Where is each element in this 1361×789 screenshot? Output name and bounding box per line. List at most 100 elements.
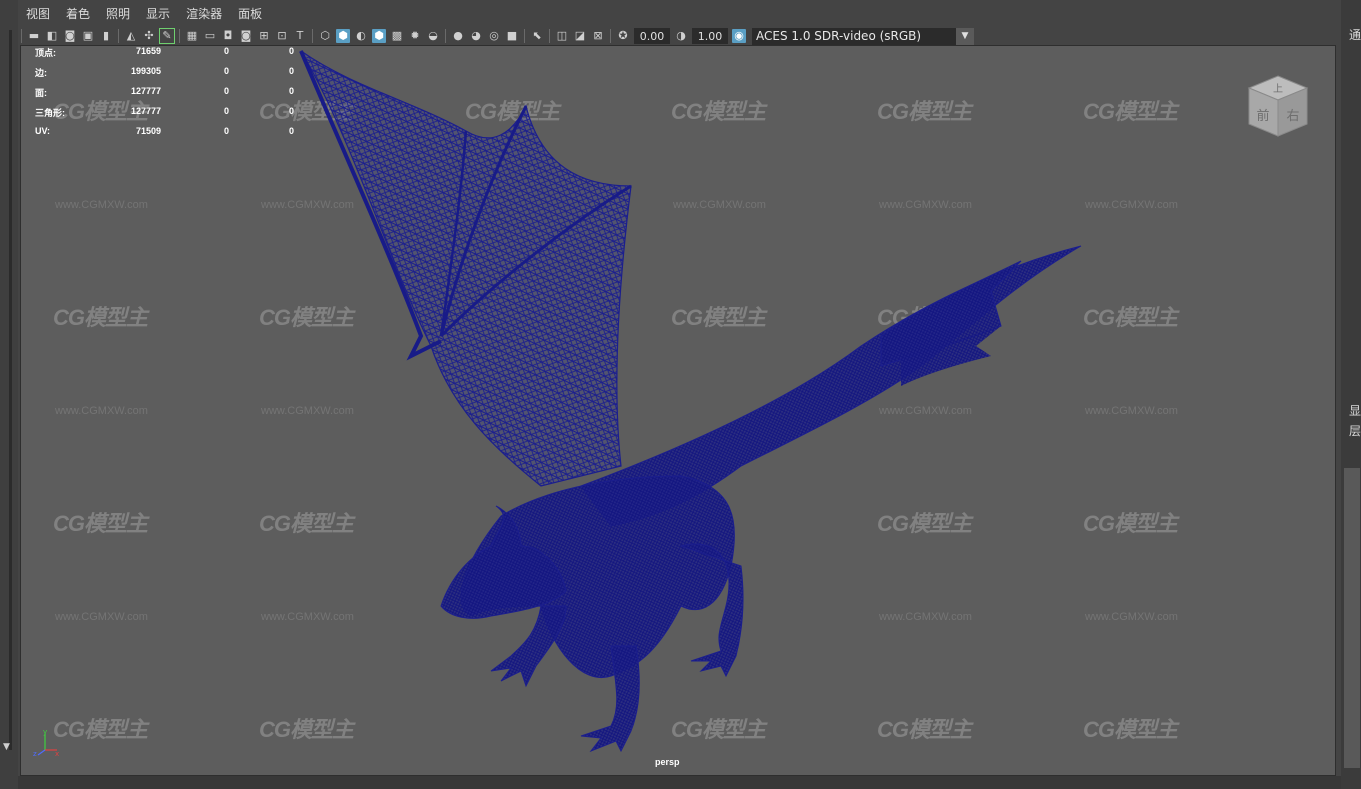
hud-value: 0 (223, 126, 229, 136)
hud-value: 0 (223, 46, 229, 56)
default-material-icon[interactable]: ◐ (354, 29, 368, 43)
axis-x-label: x (55, 750, 59, 758)
pencil-icon[interactable]: ✎ (159, 28, 175, 44)
gamma-field[interactable]: 1.00 (692, 28, 728, 44)
viewport-toolbar: ▬ ◧ ◙ ▣ ▮ ◭ ✣ ✎ ▦ ▭ ◘ ◙ ⊞ ⊡ T ⬡ ⬢ ◐ ⬢ ▩ … (18, 26, 1341, 46)
time-slider-ruler[interactable] (18, 776, 1341, 789)
grid-icon[interactable]: ▦ (185, 29, 199, 43)
hud-label: 面: (35, 88, 47, 98)
menu-shading[interactable]: 着色 (58, 5, 98, 22)
anti-aliasing-icon[interactable]: ◎ (487, 29, 501, 43)
select-camera-icon[interactable]: ▬ (27, 29, 41, 43)
hud-value: 71659 (135, 46, 161, 56)
safe-title-icon[interactable]: T (293, 29, 307, 43)
viewcube-top-label: 上 (1273, 83, 1283, 95)
toolbar-separator (445, 29, 446, 43)
hud-value: 0 (288, 46, 294, 56)
toolbar-separator (610, 29, 611, 43)
hud-value: 71509 (135, 126, 161, 136)
hud-value: 0 (223, 106, 229, 116)
dragon-wireframe-model[interactable] (21, 46, 1336, 776)
axis-y-label: y (43, 728, 47, 736)
shadows-icon[interactable]: ◒ (426, 29, 440, 43)
film-gate-icon[interactable]: ▭ (203, 29, 217, 43)
menu-renderer[interactable]: 渲染器 (178, 5, 230, 22)
right-side-panel: 通 显 层 (1341, 0, 1361, 789)
hud-value: 0 (223, 86, 229, 96)
grease-pencil-icon[interactable]: ✣ (142, 29, 156, 43)
safe-action-icon[interactable]: ⊡ (275, 29, 289, 43)
smooth-shade-icon[interactable]: ⬢ (336, 29, 350, 43)
hud-label: 边: (35, 68, 47, 78)
xray-icon[interactable]: ◫ (555, 29, 569, 43)
axis-gizmo-icon: y z x (33, 728, 59, 758)
viewcube-front-label: 前 (1256, 108, 1269, 124)
xray-joints-icon[interactable]: ◪ (573, 29, 587, 43)
hud-row-triangles: 三角形: 127777 0 0 (35, 106, 295, 126)
gamma-icon[interactable]: ◑ (674, 29, 688, 43)
bookmark-icon[interactable]: ▮ (99, 29, 113, 43)
hud-row-faces: 面: 127777 0 0 (35, 86, 295, 106)
colorspace-value: ACES 1.0 SDR-video (sRGB) (756, 29, 922, 43)
toolbar-separator (21, 29, 22, 43)
xray-active-icon[interactable]: ⊠ (591, 29, 605, 43)
camera-attributes-icon[interactable]: ◧ (45, 29, 59, 43)
hud-row-uvs: UV: 71509 0 0 (35, 126, 295, 146)
2d-pan-zoom-icon[interactable]: ◭ (124, 29, 138, 43)
exposure-icon[interactable]: ✪ (616, 29, 630, 43)
chevron-down-icon: ▼ (956, 27, 974, 45)
viewcube-right-label: 右 (1286, 109, 1299, 124)
depth-of-field-icon[interactable]: ■ (505, 29, 519, 43)
toolbar-separator (179, 29, 180, 43)
hud-row-vertices: 顶点: 71659 0 0 (35, 46, 295, 66)
menu-view[interactable]: 视图 (18, 5, 58, 22)
view-cube-icon[interactable]: 上 前 右 (1243, 72, 1313, 142)
field-chart-icon[interactable]: ⊞ (257, 29, 271, 43)
left-sidebar-strip: ▼ (0, 0, 18, 789)
gate-mask-icon[interactable]: ◙ (239, 29, 253, 43)
lights-icon[interactable]: ✹ (408, 29, 422, 43)
exposure-field[interactable]: 0.00 (634, 28, 670, 44)
motion-blur-icon[interactable]: ◕ (469, 29, 483, 43)
colorspace-dropdown[interactable]: ACES 1.0 SDR-video (sRGB) ▼ (752, 27, 974, 45)
scroll-down-arrow-icon[interactable]: ▼ (3, 742, 10, 752)
toolbar-separator (312, 29, 313, 43)
3d-viewport[interactable]: CG模型主 CG模型主 CG模型主 CG模型主 CG模型主 CG模型主 www.… (20, 45, 1336, 776)
axis-z-label: z (33, 750, 37, 758)
hud-label: UV: (35, 126, 51, 136)
image-plane-icon[interactable]: ▣ (81, 29, 95, 43)
toolbar-separator (524, 29, 525, 43)
hud-value: 0 (288, 86, 294, 96)
wireframe-cube-icon[interactable]: ⬡ (318, 29, 332, 43)
hud-value: 0 (223, 66, 229, 76)
hud-value: 127777 (130, 86, 161, 96)
menu-panels[interactable]: 面板 (230, 5, 270, 22)
hud-value: 127777 (130, 106, 161, 116)
textured-icon[interactable]: ▩ (390, 29, 404, 43)
heads-up-poly-count: 顶点: 71659 0 0 边: 199305 0 0 面: 127777 0 … (35, 46, 295, 146)
hud-value: 0 (288, 66, 294, 76)
wireframe-on-shaded-icon[interactable]: ⬢ (372, 29, 386, 43)
left-scrollbar[interactable] (9, 30, 12, 750)
hud-label: 三角形: (35, 108, 65, 118)
hud-value: 0 (288, 126, 294, 136)
hud-value: 199305 (130, 66, 161, 76)
right-panel-text: 显 (1349, 404, 1361, 418)
menu-lighting[interactable]: 照明 (98, 5, 138, 22)
toolbar-separator (549, 29, 550, 43)
right-panel-scrollbar[interactable] (1344, 468, 1360, 768)
bookmark-camera-icon[interactable]: ◙ (63, 29, 77, 43)
viewport-menu-bar: 视图 着色 照明 显示 渲染器 面板 (18, 0, 1341, 26)
hud-label: 顶点: (35, 48, 56, 58)
right-panel-text: 通 (1349, 28, 1361, 42)
maya-window: ▼ 视图 着色 照明 显示 渲染器 面板 ▬ ◧ ◙ ▣ ▮ ◭ ✣ ✎ ▦ ▭… (0, 0, 1361, 789)
resolution-gate-icon[interactable]: ◘ (221, 29, 235, 43)
camera-name-label: persp (655, 757, 680, 767)
menu-show[interactable]: 显示 (138, 5, 178, 22)
toolbar-separator (118, 29, 119, 43)
isolate-select-icon[interactable]: ⬉ (530, 29, 544, 43)
color-management-icon[interactable]: ◉ (732, 29, 746, 43)
screen-space-ao-icon[interactable]: ● (451, 29, 465, 43)
right-panel-text: 层 (1349, 424, 1361, 438)
hud-value: 0 (288, 106, 294, 116)
